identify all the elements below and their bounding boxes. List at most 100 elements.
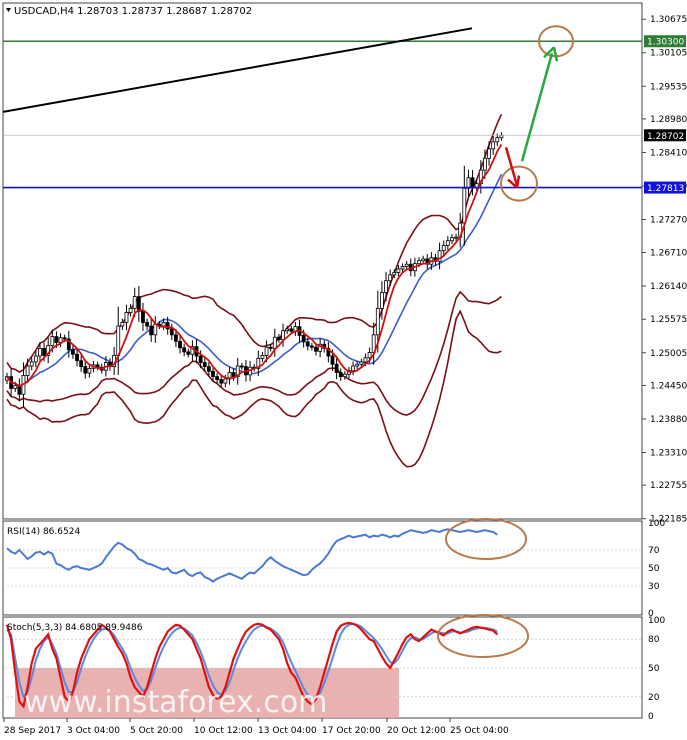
candle-body [13, 385, 18, 389]
candle-body [380, 292, 384, 309]
candle-body [342, 373, 347, 378]
candle-body [462, 187, 467, 224]
candle-body [161, 322, 166, 327]
rsi-y-tick-label: 100 [648, 519, 665, 529]
price-y-tick-label: 1.28410 [650, 148, 687, 158]
candle-body [281, 330, 285, 340]
x-tick-label: 5 Oct 20:00 [130, 726, 183, 736]
candle-body [71, 349, 75, 355]
candle-body [330, 355, 335, 365]
candle-body [33, 355, 38, 363]
x-tick-label: 25 Oct 04:00 [450, 726, 509, 736]
candle-body [79, 360, 84, 368]
rsi-title: RSI(14) 86.6524 [7, 527, 80, 537]
candle-body [174, 334, 178, 342]
candle-body [145, 322, 149, 327]
candle-body [305, 341, 310, 347]
price-y-tick-label: 1.28980 [650, 115, 687, 125]
price-y-tick-label: 1.29535 [650, 82, 687, 92]
x-tick-label: 20 Oct 12:00 [387, 726, 446, 736]
current-price-label: 1.28702 [647, 132, 684, 142]
stoch-y-tick-label: 20 [648, 693, 660, 703]
price-y-tick-label: 1.30675 [650, 15, 687, 25]
candle-body [153, 323, 158, 336]
candle-body [128, 307, 133, 313]
candle-body [495, 137, 500, 143]
candle-body [392, 272, 397, 276]
candle-body [29, 361, 34, 367]
symbol-header: USDCAD,H4 1.28703 1.28737 1.28687 1.2870… [14, 6, 252, 17]
candle-body [351, 365, 355, 372]
candle-body [363, 357, 368, 363]
price-y-tick-label: 1.23310 [650, 449, 687, 459]
candle-body [202, 362, 207, 368]
candle-body [384, 280, 388, 293]
candle-body [483, 157, 487, 171]
price-y-tick-label: 1.26140 [650, 282, 687, 292]
candle-body [239, 365, 244, 368]
candle-body [396, 268, 401, 273]
candle-body [38, 347, 42, 357]
price-y-tick-label: 1.27270 [650, 216, 687, 226]
price-y-tick-label: 1.26710 [650, 248, 687, 258]
price-y-tick-label: 1.25575 [650, 315, 687, 325]
x-tick-label: 3 Oct 04:00 [67, 726, 120, 736]
candle-body [169, 328, 174, 336]
candle-body [54, 336, 59, 343]
candle-body [404, 263, 409, 267]
candle-body [301, 335, 306, 343]
candle-body [499, 134, 504, 139]
candle-body [132, 296, 137, 309]
candle-body [277, 336, 281, 340]
candle-body [367, 352, 372, 359]
watermark-text: www.instaforex.com [24, 685, 327, 720]
candle-body [470, 177, 475, 189]
candle-body [223, 378, 228, 384]
stoch-y-tick-label: 80 [648, 635, 660, 645]
candle-body [388, 274, 393, 282]
stoch-title: Stoch(5,3,3) 84.6805 89.9486 [7, 623, 143, 633]
candle-body [83, 366, 88, 374]
candle-body [289, 328, 294, 332]
candle-body [268, 346, 273, 349]
candle-body [198, 355, 203, 363]
candle-body [285, 328, 290, 332]
candle-body [75, 353, 79, 362]
candle-body [491, 141, 496, 150]
rsi-panel [2, 520, 643, 616]
candle-body [400, 266, 405, 270]
candle-body [178, 340, 182, 349]
candle-body [260, 355, 265, 359]
price-y-tick-label: 1.30105 [650, 49, 687, 59]
rsi-y-tick-label: 70 [648, 546, 660, 556]
rsi-y-tick-label: 30 [648, 582, 660, 592]
price-y-tick-label: 1.25005 [650, 349, 687, 359]
candle-body [264, 346, 269, 356]
chart-canvas: 1.30675 1.30105 1.29535 1.28980 1.28410 1.278… [2, 2, 687, 736]
candle-body [450, 237, 454, 242]
rsi-y-tick-label: 50 [648, 564, 660, 574]
candle-body [186, 351, 191, 355]
candle-body [215, 376, 220, 380]
candle-body [219, 379, 224, 384]
x-tick-label: 17 Oct 20:00 [322, 726, 381, 736]
candle-body [466, 177, 471, 189]
candle-body [338, 372, 343, 378]
x-tick-label: 10 Oct 12:00 [194, 726, 253, 736]
candle-body [211, 370, 215, 378]
support-price-label: 1.27813 [647, 184, 684, 194]
stoch-y-tick-label: 50 [648, 664, 660, 674]
candle-body [182, 347, 187, 353]
price-y-tick-label: 1.23880 [650, 415, 687, 425]
candle-body [136, 296, 141, 312]
candle-body [231, 372, 236, 378]
candle-body [359, 361, 364, 365]
candle-body [314, 346, 318, 352]
candle-body [206, 366, 211, 372]
candle-body [272, 336, 277, 349]
candle-body [124, 312, 129, 323]
stoch-y-tick-label: 100 [648, 616, 665, 626]
candle-body [25, 365, 30, 376]
candle-body [149, 325, 154, 336]
candle-body [417, 260, 421, 265]
